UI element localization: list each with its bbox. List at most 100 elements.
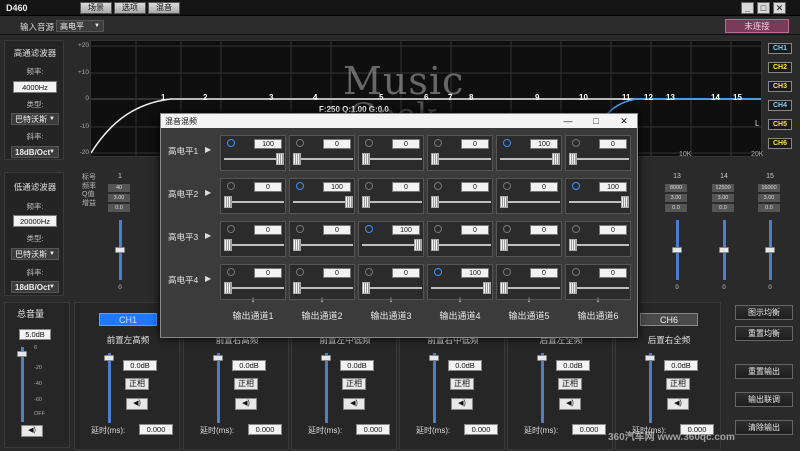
- mixer-cell-value[interactable]: 0: [599, 139, 627, 149]
- mixer-cell-value[interactable]: 0: [392, 268, 420, 278]
- mixer-cell-knob[interactable]: [552, 153, 560, 165]
- mixer-cell-track[interactable]: [500, 287, 560, 289]
- hpf-freq-input[interactable]: 4000Hz: [13, 81, 57, 93]
- band-marker[interactable]: 1: [161, 93, 165, 102]
- mixer-cell-knob[interactable]: [414, 239, 422, 251]
- mixer-cell-track[interactable]: [224, 244, 284, 246]
- mixer-cell-value[interactable]: 0: [530, 225, 558, 235]
- speaker-icon[interactable]: ◀): [667, 398, 689, 410]
- band-freq[interactable]: 12500: [712, 184, 734, 192]
- power-icon[interactable]: [365, 182, 373, 190]
- power-icon[interactable]: [365, 139, 373, 147]
- power-icon[interactable]: [434, 139, 442, 147]
- mixer-cell-track[interactable]: [431, 244, 491, 246]
- channel-button-ch6[interactable]: CH6: [640, 313, 698, 326]
- channel-gain-slider[interactable]: [433, 353, 436, 423]
- power-icon[interactable]: [227, 182, 235, 190]
- power-icon[interactable]: [572, 139, 580, 147]
- mixer-cell-value[interactable]: 100: [323, 182, 351, 192]
- mixer-cell[interactable]: 0: [427, 135, 493, 171]
- power-icon[interactable]: [503, 139, 511, 147]
- master-value[interactable]: 5.0dB: [19, 329, 51, 340]
- mixer-cell-track[interactable]: [431, 201, 491, 203]
- mixer-cell-knob[interactable]: [293, 282, 301, 294]
- mixer-cell-track[interactable]: [569, 158, 629, 160]
- delay-input[interactable]: 0.000: [464, 424, 498, 435]
- channel-gain-knob[interactable]: [104, 355, 114, 361]
- power-icon[interactable]: [296, 268, 304, 276]
- band-q[interactable]: 3.00: [758, 194, 780, 202]
- mixer-cell-value[interactable]: 0: [323, 268, 351, 278]
- output-link-button[interactable]: 输出联调: [735, 392, 793, 407]
- band-slider-knob[interactable]: [115, 247, 125, 253]
- maximize-button[interactable]: □: [757, 2, 770, 14]
- mixer-cell-track[interactable]: [293, 158, 353, 160]
- band-gain[interactable]: 0.0: [665, 204, 687, 212]
- close-button[interactable]: ✕: [773, 2, 786, 14]
- source-select[interactable]: 高电平 ▼: [56, 20, 104, 32]
- mixer-cell[interactable]: 0: [289, 135, 355, 171]
- mixer-cell-knob[interactable]: [276, 153, 284, 165]
- delay-input[interactable]: 0.000: [356, 424, 390, 435]
- connection-status[interactable]: 未连接: [725, 19, 789, 33]
- hpf-type-select[interactable]: 巴特沃斯 ▼: [11, 113, 59, 125]
- power-icon[interactable]: [296, 139, 304, 147]
- mixer-cell-track[interactable]: [500, 158, 560, 160]
- mixer-cell-knob[interactable]: [293, 153, 301, 165]
- mixer-cell-knob[interactable]: [621, 196, 629, 208]
- channel-label-ch5[interactable]: CH5: [768, 119, 792, 130]
- band-freq[interactable]: 16000: [758, 184, 780, 192]
- mixer-cell-track[interactable]: [431, 287, 491, 289]
- mixer-cell-knob[interactable]: [345, 196, 353, 208]
- mixer-cell[interactable]: 0: [565, 135, 631, 171]
- mixer-cell[interactable]: 0: [220, 221, 286, 257]
- speaker-icon[interactable]: ◀): [235, 398, 257, 410]
- speaker-icon[interactable]: ◀): [343, 398, 365, 410]
- options-button[interactable]: 选项: [114, 2, 146, 14]
- mixer-cell-value[interactable]: 100: [254, 139, 282, 149]
- channel-button-ch1[interactable]: CH1: [99, 313, 157, 326]
- phase-button[interactable]: 正相: [234, 378, 258, 390]
- mix-button[interactable]: 混音: [148, 2, 180, 14]
- mixer-cell-value[interactable]: 0: [530, 268, 558, 278]
- lpf-type-select[interactable]: 巴特沃斯 ▼: [11, 248, 59, 260]
- mixer-cell-track[interactable]: [362, 158, 422, 160]
- channel-label-ch2[interactable]: CH2: [768, 62, 792, 73]
- mixer-cell-value[interactable]: 0: [254, 268, 282, 278]
- mixer-cell-track[interactable]: [224, 158, 284, 160]
- channel-gain-value[interactable]: 0.0dB: [232, 360, 266, 371]
- mixer-cell[interactable]: 0: [427, 221, 493, 257]
- band-q[interactable]: 3.00: [665, 194, 687, 202]
- power-icon[interactable]: [227, 225, 235, 233]
- scene-button[interactable]: 场景: [80, 2, 112, 14]
- mixer-cell-knob[interactable]: [224, 239, 232, 251]
- mixer-cell-track[interactable]: [569, 201, 629, 203]
- mixer-cell-track[interactable]: [293, 244, 353, 246]
- channel-gain-value[interactable]: 0.0dB: [340, 360, 374, 371]
- mixer-cell[interactable]: 0: [565, 221, 631, 257]
- speaker-icon[interactable]: ◀): [21, 425, 43, 437]
- mixer-cell-value[interactable]: 0: [461, 139, 489, 149]
- power-icon[interactable]: [365, 225, 373, 233]
- mixer-cell-value[interactable]: 0: [323, 139, 351, 149]
- mixer-cell-value[interactable]: 0: [323, 225, 351, 235]
- band-slider-knob[interactable]: [765, 247, 775, 253]
- mixer-maximize-button[interactable]: □: [589, 115, 603, 127]
- hpf-slope-select[interactable]: 18dB/Oct ▼: [11, 146, 59, 158]
- band-marker[interactable]: 13: [666, 93, 675, 102]
- mixer-cell-value[interactable]: 100: [461, 268, 489, 278]
- band-marker[interactable]: 3: [269, 93, 273, 102]
- mixer-cell-track[interactable]: [500, 244, 560, 246]
- mixer-cell[interactable]: 100: [289, 178, 355, 214]
- channel-gain-value[interactable]: 0.0dB: [556, 360, 590, 371]
- band-marker[interactable]: 4: [313, 93, 317, 102]
- channel-label-ch1[interactable]: CH1: [768, 43, 792, 54]
- phase-button[interactable]: 正相: [666, 378, 690, 390]
- band-slider-knob[interactable]: [672, 247, 682, 253]
- mixer-cell-knob[interactable]: [362, 153, 370, 165]
- mixer-cell[interactable]: 0: [358, 135, 424, 171]
- mixer-cell-track[interactable]: [362, 201, 422, 203]
- mixer-cell-value[interactable]: 0: [530, 182, 558, 192]
- channel-gain-slider[interactable]: [649, 353, 652, 423]
- delay-input[interactable]: 0.000: [572, 424, 606, 435]
